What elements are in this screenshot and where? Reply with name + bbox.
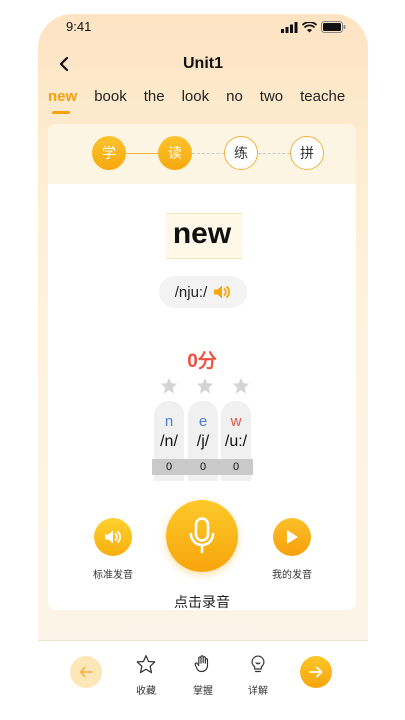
phoneme-score: 0 [152,459,186,475]
status-bar: 9:41 [38,14,368,40]
phoneme-letter: w [230,413,242,430]
wifi-icon [302,21,317,32]
status-time: 9:41 [66,19,92,34]
step-read[interactable]: 读 [158,136,192,170]
phoneme-score: 0 [219,459,253,475]
phoneme-ipa: /u:/ [224,433,248,450]
word-text: new [172,217,232,250]
step-spell[interactable]: 拼 [290,136,324,170]
word-tab[interactable]: book [94,88,127,118]
score-text: 0分 [187,351,217,372]
phoneme-column: w /u:/ 0 [219,401,253,481]
record-label: 点击录音 [174,594,230,610]
phonetic-play-button[interactable]: /nju:/ [159,276,247,308]
step-practice[interactable]: 练 [224,136,258,170]
battery-icon [321,21,346,33]
detail-label: 详解 [248,686,268,697]
microphone-icon [189,517,215,554]
star-rating [160,377,250,395]
favorite-button[interactable]: 收藏 [126,654,166,697]
word-tab[interactable]: two [260,88,283,118]
favorite-label: 收藏 [136,686,156,697]
play-icon [287,530,298,544]
signal-icon [281,21,298,33]
status-icons [281,21,346,33]
previous-word-button[interactable] [70,656,102,688]
word-tab[interactable]: the [144,88,165,118]
step-learn[interactable]: 学 [92,136,126,170]
word-tab[interactable]: look [182,88,210,118]
word-tab[interactable]: teache [300,88,345,118]
speaker-icon [105,530,122,544]
phoneme-letter: n [164,413,174,430]
phoneme-letter: e [198,413,208,430]
star-icon [160,377,178,394]
my-audio-label: 我的发音 [272,570,312,581]
arrow-left-icon [79,666,93,678]
record-button[interactable] [166,500,238,572]
app-screen: 9:41 Unit1 new book the look no two teac… [38,14,368,720]
star-icon [196,377,214,394]
phonetic-text: /nju:/ [174,283,208,301]
header: Unit1 [38,52,368,78]
next-word-button[interactable] [300,656,332,688]
star-icon [232,377,250,394]
practice-card: 学 读 练 拼 new /nju:/ 0分 n /n/ 0 e /j/ 0 w … [48,124,356,610]
page-title: Unit1 [183,55,223,72]
detail-button[interactable]: 详解 [238,654,278,697]
arrow-right-icon [309,666,323,678]
bottom-toolbar: 收藏 掌握 详解 [38,640,368,720]
star-outline-icon [136,655,156,674]
standard-audio-button[interactable] [94,518,132,556]
my-audio-button[interactable] [273,518,311,556]
word-tabs: new book the look no two teache [48,88,368,128]
standard-audio-label: 标准发音 [93,570,133,581]
phoneme-score: 0 [186,459,220,475]
speaker-icon [214,285,231,299]
master-label: 掌握 [193,686,213,697]
master-button[interactable]: 掌握 [183,654,223,697]
word-tab[interactable]: new [48,88,77,118]
hand-icon [194,655,209,673]
word-tab[interactable]: no [226,88,243,118]
lightbulb-icon [251,655,265,673]
